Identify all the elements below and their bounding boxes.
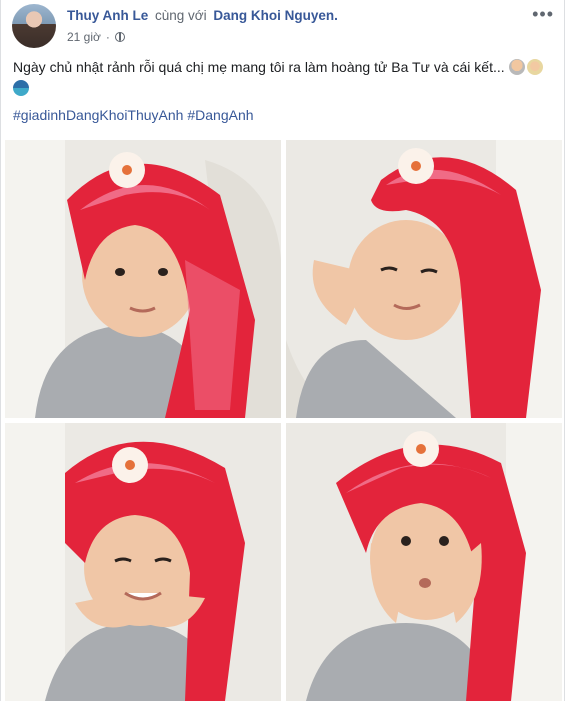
author-name-link[interactable]: Thuy Anh Le	[67, 8, 148, 23]
hashtag-link[interactable]: #DangAnh	[187, 107, 253, 123]
more-dots-icon[interactable]: •••	[532, 4, 554, 25]
author-line: Thuy Anh Le cùng với Dang Khoi Nguyen.	[67, 8, 338, 23]
post-text: Ngày chủ nhật rảnh rỗi quá chị mẹ mang t…	[13, 57, 553, 99]
boy-scarf-photo	[5, 423, 281, 701]
boy-scarf-photo	[286, 423, 562, 701]
photo-grid	[5, 140, 562, 701]
post-meta: 21 giờ ·	[67, 30, 125, 44]
post-timestamp[interactable]: 21 giờ	[67, 30, 101, 44]
tagged-user-link[interactable]: Dang Khoi Nguyen.	[213, 8, 338, 23]
photo-4[interactable]	[286, 423, 562, 701]
person-emoji-icon	[526, 59, 543, 75]
genie-emoji-icon	[13, 80, 29, 96]
globe-icon[interactable]	[114, 32, 125, 42]
post-message: Ngày chủ nhật rảnh rỗi quá chị mẹ mang t…	[13, 59, 505, 75]
facebook-post: Thuy Anh Le cùng với Dang Khoi Nguyen. 2…	[0, 0, 565, 701]
avatar[interactable]	[12, 4, 56, 48]
with-text: cùng với	[155, 8, 207, 23]
photo-2[interactable]	[286, 140, 562, 418]
person-emoji-icon	[508, 59, 525, 75]
boy-scarf-photo	[5, 140, 281, 418]
post-header: Thuy Anh Le cùng với Dang Khoi Nguyen. 2…	[1, 0, 564, 56]
photo-3[interactable]	[5, 423, 281, 701]
photo-1[interactable]	[5, 140, 281, 418]
hashtags: #giadinhDangKhoiThuyAnh #DangAnh	[13, 107, 254, 123]
hashtag-link[interactable]: #giadinhDangKhoiThuyAnh	[13, 107, 183, 123]
boy-scarf-photo	[286, 140, 562, 418]
